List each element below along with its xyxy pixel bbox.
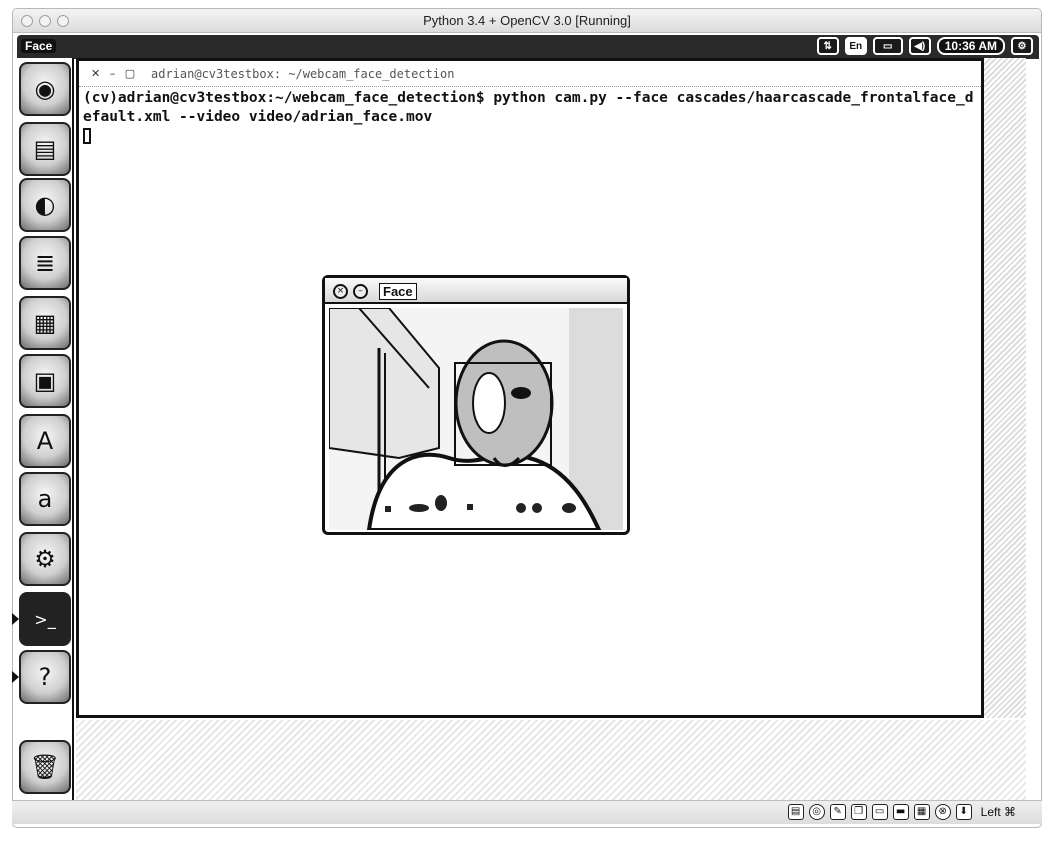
ubuntu-top-panel: Face ⇅ En ▭ ◀) 10:36 AM ⚙ — [17, 35, 1039, 59]
video-frame — [329, 308, 623, 530]
terminal-window-controls[interactable]: ✕ – ▢ — [91, 67, 138, 80]
writer-icon[interactable]: ≣ — [19, 236, 71, 290]
amazon-icon[interactable]: a — [19, 472, 71, 526]
software-center-icon[interactable]: A — [19, 414, 71, 468]
firefox-icon[interactable]: ◐ — [19, 178, 71, 232]
help-icon[interactable]: ? — [19, 650, 71, 704]
webcam-frame-image — [329, 308, 623, 530]
session-gear-icon[interactable]: ⚙ — [1011, 37, 1033, 55]
terminal-prompt: (cv)adrian@cv3testbox:~/webcam_face_dete… — [83, 90, 494, 106]
capture-icon[interactable]: ⊗ — [934, 804, 951, 820]
close-icon[interactable]: × — [333, 284, 348, 299]
files-icon[interactable]: ▤ — [19, 122, 71, 176]
host-titlebar: Python 3.4 + OpenCV 3.0 [Running] — [13, 9, 1041, 33]
host-window-title: Python 3.4 + OpenCV 3.0 [Running] — [423, 13, 631, 28]
active-app-arrow — [12, 613, 19, 625]
face-window-titlebar: × – Face — [325, 278, 627, 304]
active-app-name: Face — [21, 39, 57, 53]
pencil-icon[interactable]: ✎ — [829, 804, 846, 820]
shared-windows-icon[interactable]: ❐ — [850, 804, 867, 820]
terminal-cursor — [83, 128, 91, 144]
calc-icon[interactable]: ▦ — [19, 296, 71, 350]
desktop-background-bottom — [76, 720, 1026, 800]
keyboard-language-indicator[interactable]: En — [844, 37, 867, 55]
vm-status-icons: ▤ ◎ ✎ ❐ ▭ ▬ ▦ ⊗ ⬇ Left ⌘ — [787, 804, 1016, 820]
display-icon[interactable]: ▭ — [871, 804, 888, 820]
face-window-title: Face — [379, 283, 417, 300]
host-key-label: Left ⌘ — [980, 805, 1016, 819]
impress-icon[interactable]: ▣ — [19, 354, 71, 408]
desktop-background — [978, 58, 1026, 718]
running-app-arrow — [12, 671, 19, 683]
optical-drive-icon[interactable]: ◎ — [808, 804, 825, 820]
volume-icon[interactable]: ◀) — [908, 37, 931, 55]
dash-icon[interactable]: ◉ — [19, 62, 71, 116]
terminal-icon[interactable]: >_ — [19, 592, 71, 646]
terminal-header: ✕ – ▢ adrian@cv3testbox: ~/webcam_face_d… — [79, 61, 981, 87]
terminal-output[interactable]: (cv)adrian@cv3testbox:~/webcam_face_dete… — [83, 89, 981, 146]
network-icon[interactable]: ⇅ — [816, 37, 839, 55]
terminal-title: adrian@cv3testbox: ~/webcam_face_detecti… — [151, 67, 455, 81]
face-window[interactable]: × – Face — [322, 275, 630, 535]
unity-launcher: ◉ ▤ ◐ ≣ ▦ ▣ A a ⚙ >_ ? 🗑 — [12, 58, 74, 804]
host-key-arrow-icon[interactable]: ⬇ — [955, 804, 972, 820]
hard-disk-icon[interactable]: ▤ — [787, 804, 804, 820]
network-adapter-icon[interactable]: ▬ — [892, 804, 909, 820]
system-tray: ⇅ En ▭ ◀) 10:36 AM ⚙ — [816, 37, 1033, 55]
clock[interactable]: 10:36 AM — [936, 37, 1005, 55]
minimize-icon[interactable]: – — [353, 284, 368, 299]
vm-status-bar: ▤ ◎ ✎ ❐ ▭ ▬ ▦ ⊗ ⬇ Left ⌘ — [12, 800, 1042, 824]
battery-icon[interactable]: ▭ — [872, 37, 903, 55]
trash-icon[interactable]: 🗑 — [19, 740, 71, 794]
shared-folder-icon[interactable]: ▦ — [913, 804, 930, 820]
settings-icon[interactable]: ⚙ — [19, 532, 71, 586]
